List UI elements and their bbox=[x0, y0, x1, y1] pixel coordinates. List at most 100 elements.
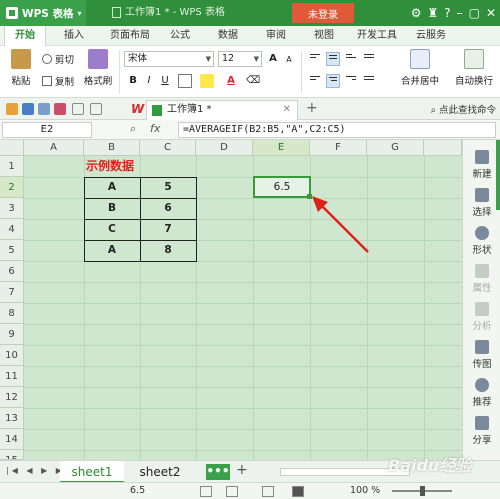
close-icon[interactable]: ✕ bbox=[486, 6, 496, 20]
normal-view-icon[interactable] bbox=[200, 486, 212, 497]
align-top-icon[interactable] bbox=[308, 52, 322, 66]
column-header-a[interactable]: A bbox=[24, 140, 84, 156]
side-select-button[interactable]: 选择 bbox=[463, 188, 500, 218]
zoom-level[interactable]: 100 % bbox=[350, 485, 380, 496]
tab-view[interactable]: 视图 bbox=[304, 26, 344, 46]
name-box[interactable]: E2 bbox=[2, 122, 92, 138]
cell-b3[interactable]: B bbox=[84, 198, 140, 219]
row-header[interactable]: 1 bbox=[0, 156, 24, 177]
fill-color-icon[interactable] bbox=[200, 74, 214, 88]
side-shape-button[interactable]: 形状 bbox=[463, 226, 500, 256]
page-break-view-icon[interactable] bbox=[262, 486, 274, 497]
row-header[interactable]: 7 bbox=[0, 282, 24, 303]
row-header[interactable]: 3 bbox=[0, 198, 24, 219]
justify-icon[interactable] bbox=[362, 74, 376, 88]
wps-home-icon[interactable]: W bbox=[131, 102, 144, 116]
cell-b5[interactable]: A bbox=[84, 240, 140, 261]
tab-formulas[interactable]: 公式 bbox=[160, 26, 200, 46]
print-icon[interactable] bbox=[38, 103, 50, 115]
new-tab-button[interactable]: + bbox=[306, 100, 318, 116]
add-sheet-button[interactable]: + bbox=[236, 462, 248, 478]
row-header[interactable]: 14 bbox=[0, 429, 24, 450]
save-icon[interactable] bbox=[22, 103, 34, 115]
format-painter-button[interactable]: 格式刷 bbox=[80, 49, 116, 87]
align-middle-icon[interactable] bbox=[326, 52, 340, 66]
cell-c4[interactable]: 7 bbox=[140, 219, 196, 240]
tab-home[interactable]: 开始 bbox=[4, 26, 46, 46]
align-left-icon[interactable] bbox=[308, 74, 322, 88]
paste-button[interactable]: 粘贴 bbox=[6, 49, 36, 87]
redo-icon[interactable] bbox=[90, 103, 102, 115]
copy-button[interactable]: 复制 bbox=[42, 74, 74, 88]
cell-c5[interactable]: 8 bbox=[140, 240, 196, 261]
minimize-icon[interactable]: – bbox=[457, 6, 463, 20]
fx-button[interactable]: fx bbox=[150, 122, 160, 135]
align-bottom-icon[interactable] bbox=[344, 52, 358, 66]
row-header[interactable]: 15 bbox=[0, 450, 24, 460]
row-header[interactable]: 13 bbox=[0, 408, 24, 429]
zoom-icon[interactable]: ⌕ bbox=[130, 122, 136, 136]
undo-icon[interactable] bbox=[72, 103, 84, 115]
column-header-d[interactable]: D bbox=[196, 140, 253, 156]
bold-button[interactable]: B bbox=[126, 74, 140, 88]
tab-insert[interactable]: 插入 bbox=[54, 26, 94, 46]
more-sheets-button[interactable]: ••• bbox=[206, 464, 230, 480]
side-share-button[interactable]: 分享 bbox=[463, 416, 500, 446]
decrease-font-button[interactable]: A bbox=[282, 53, 296, 67]
side-panel-scrollbar[interactable] bbox=[496, 140, 500, 210]
row-header[interactable]: 10 bbox=[0, 345, 24, 366]
font-color-button[interactable]: A bbox=[224, 74, 238, 88]
tab-cloud[interactable]: 云服务 bbox=[408, 26, 454, 46]
merge-center-button[interactable]: 合并居中 bbox=[398, 49, 442, 87]
cell-b4[interactable]: C bbox=[84, 219, 140, 240]
spreadsheet-grid[interactable]: A B C D E F G 1 2 3 4 5 6 7 8 9 10 11 12… bbox=[0, 140, 462, 460]
tab-developer[interactable]: 开发工具 bbox=[350, 26, 404, 46]
border-icon[interactable] bbox=[178, 74, 192, 88]
row-header[interactable]: 11 bbox=[0, 366, 24, 387]
open-folder-icon[interactable] bbox=[6, 103, 18, 115]
side-properties-button[interactable]: 属性 bbox=[463, 264, 500, 294]
cell-c3[interactable]: 6 bbox=[140, 198, 196, 219]
side-recommend-button[interactable]: 推荐 bbox=[463, 378, 500, 408]
row-header[interactable]: 2 bbox=[0, 177, 24, 198]
sheet-tab-sheet2[interactable]: sheet2 bbox=[128, 461, 192, 483]
row-header[interactable]: 9 bbox=[0, 324, 24, 345]
wrap-text-button[interactable]: 自动换行 bbox=[450, 49, 498, 87]
row-header[interactable]: 6 bbox=[0, 261, 24, 282]
side-upload-image-button[interactable]: 传图 bbox=[463, 340, 500, 370]
tab-page-layout[interactable]: 页面布局 bbox=[102, 26, 158, 46]
cell-b1[interactable]: 示例数据 bbox=[84, 156, 144, 177]
row-header[interactable]: 4 bbox=[0, 219, 24, 240]
align-center-icon[interactable] bbox=[326, 74, 340, 88]
italic-button[interactable]: I bbox=[142, 74, 156, 88]
orientation-icon[interactable] bbox=[362, 52, 376, 66]
command-search[interactable]: ⌕ 点此查找命令 bbox=[431, 102, 496, 116]
side-new-button[interactable]: 新建 bbox=[463, 150, 500, 180]
close-icon[interactable]: ✕ bbox=[283, 101, 291, 119]
select-all-corner[interactable] bbox=[0, 140, 24, 156]
cell-c2[interactable]: 5 bbox=[140, 177, 196, 198]
column-header-e[interactable]: E bbox=[253, 140, 310, 156]
row-header[interactable]: 12 bbox=[0, 387, 24, 408]
column-header-g[interactable]: G bbox=[367, 140, 424, 156]
row-header[interactable]: 5 bbox=[0, 240, 24, 261]
side-analysis-button[interactable]: 分析 bbox=[463, 302, 500, 332]
row-header[interactable]: 8 bbox=[0, 303, 24, 324]
shirt-icon[interactable]: ♜ bbox=[427, 6, 438, 20]
underline-button[interactable]: U bbox=[158, 74, 172, 88]
column-header-b[interactable]: B bbox=[84, 140, 140, 156]
font-size-select[interactable]: 12 ▼ bbox=[218, 51, 262, 67]
login-button[interactable]: 未登录 bbox=[292, 3, 354, 23]
app-menu-button[interactable]: WPS 表格 ▾ bbox=[0, 0, 86, 26]
zoom-slider-thumb[interactable] bbox=[420, 486, 425, 496]
formula-input[interactable]: =AVERAGEIF(B2:B5,"A",C2:C5) bbox=[178, 122, 496, 138]
reading-view-icon[interactable] bbox=[292, 486, 304, 497]
help-icon[interactable]: ? bbox=[444, 6, 450, 20]
print-preview-icon[interactable] bbox=[54, 103, 66, 115]
column-header-f[interactable]: F bbox=[310, 140, 367, 156]
font-name-select[interactable]: 宋体 ▼ bbox=[124, 51, 214, 67]
cut-button[interactable]: 剪切 bbox=[42, 52, 74, 66]
sheet-tab-sheet1[interactable]: sheet1 bbox=[60, 461, 124, 483]
clear-format-icon[interactable]: ⌫ bbox=[246, 74, 260, 88]
column-header-c[interactable]: C bbox=[140, 140, 196, 156]
